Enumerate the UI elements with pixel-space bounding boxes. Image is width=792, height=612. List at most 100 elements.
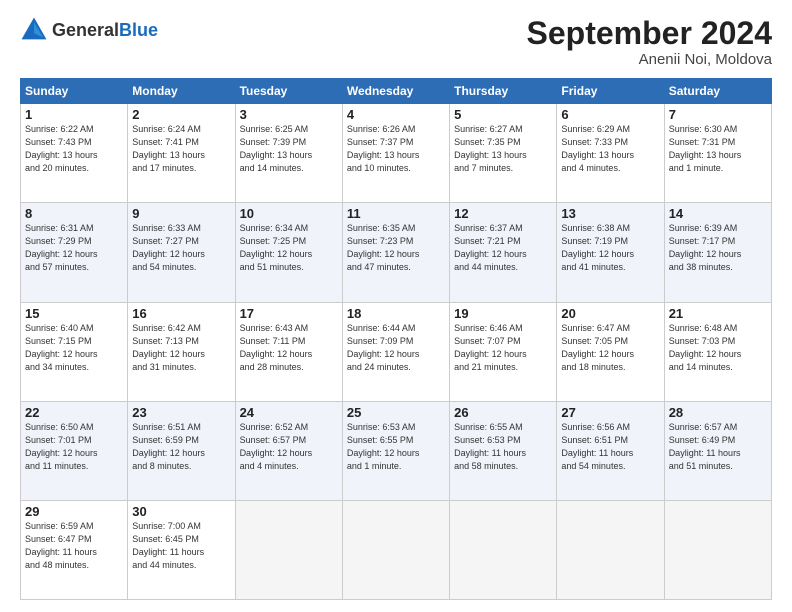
day-info: Sunrise: 6:39 AMSunset: 7:17 PMDaylight:… bbox=[669, 222, 767, 274]
table-row: 7Sunrise: 6:30 AMSunset: 7:31 PMDaylight… bbox=[664, 104, 771, 203]
day-info: Sunrise: 7:00 AMSunset: 6:45 PMDaylight:… bbox=[132, 520, 230, 572]
location-subtitle: Anenii Noi, Moldova bbox=[527, 51, 772, 68]
day-info: Sunrise: 6:34 AMSunset: 7:25 PMDaylight:… bbox=[240, 222, 338, 274]
table-row: 24Sunrise: 6:52 AMSunset: 6:57 PMDayligh… bbox=[235, 401, 342, 500]
day-number: 18 bbox=[347, 306, 445, 321]
col-monday: Monday bbox=[128, 79, 235, 104]
calendar-table: Sunday Monday Tuesday Wednesday Thursday… bbox=[20, 78, 772, 600]
day-info: Sunrise: 6:33 AMSunset: 7:27 PMDaylight:… bbox=[132, 222, 230, 274]
day-number: 22 bbox=[25, 405, 123, 420]
table-row: 8Sunrise: 6:31 AMSunset: 7:29 PMDaylight… bbox=[21, 203, 128, 302]
day-number: 25 bbox=[347, 405, 445, 420]
table-row: 12Sunrise: 6:37 AMSunset: 7:21 PMDayligh… bbox=[450, 203, 557, 302]
table-row: 27Sunrise: 6:56 AMSunset: 6:51 PMDayligh… bbox=[557, 401, 664, 500]
day-number: 13 bbox=[561, 206, 659, 221]
day-number: 24 bbox=[240, 405, 338, 420]
table-row: 25Sunrise: 6:53 AMSunset: 6:55 PMDayligh… bbox=[342, 401, 449, 500]
day-number: 2 bbox=[132, 107, 230, 122]
day-info: Sunrise: 6:31 AMSunset: 7:29 PMDaylight:… bbox=[25, 222, 123, 274]
day-number: 3 bbox=[240, 107, 338, 122]
day-info: Sunrise: 6:53 AMSunset: 6:55 PMDaylight:… bbox=[347, 421, 445, 473]
calendar-week-row: 29Sunrise: 6:59 AMSunset: 6:47 PMDayligh… bbox=[21, 500, 772, 599]
col-tuesday: Tuesday bbox=[235, 79, 342, 104]
day-number: 7 bbox=[669, 107, 767, 122]
day-number: 26 bbox=[454, 405, 552, 420]
logo-icon bbox=[20, 16, 48, 44]
day-info: Sunrise: 6:51 AMSunset: 6:59 PMDaylight:… bbox=[132, 421, 230, 473]
table-row: 29Sunrise: 6:59 AMSunset: 6:47 PMDayligh… bbox=[21, 500, 128, 599]
table-row bbox=[450, 500, 557, 599]
page: GeneralBlue September 2024 Anenii Noi, M… bbox=[0, 0, 792, 612]
table-row bbox=[235, 500, 342, 599]
table-row: 2Sunrise: 6:24 AMSunset: 7:41 PMDaylight… bbox=[128, 104, 235, 203]
table-row: 22Sunrise: 6:50 AMSunset: 7:01 PMDayligh… bbox=[21, 401, 128, 500]
day-info: Sunrise: 6:30 AMSunset: 7:31 PMDaylight:… bbox=[669, 123, 767, 175]
day-number: 16 bbox=[132, 306, 230, 321]
day-info: Sunrise: 6:44 AMSunset: 7:09 PMDaylight:… bbox=[347, 322, 445, 374]
table-row: 5Sunrise: 6:27 AMSunset: 7:35 PMDaylight… bbox=[450, 104, 557, 203]
table-row: 30Sunrise: 7:00 AMSunset: 6:45 PMDayligh… bbox=[128, 500, 235, 599]
day-info: Sunrise: 6:22 AMSunset: 7:43 PMDaylight:… bbox=[25, 123, 123, 175]
day-number: 19 bbox=[454, 306, 552, 321]
calendar-week-row: 8Sunrise: 6:31 AMSunset: 7:29 PMDaylight… bbox=[21, 203, 772, 302]
table-row: 6Sunrise: 6:29 AMSunset: 7:33 PMDaylight… bbox=[557, 104, 664, 203]
day-number: 9 bbox=[132, 206, 230, 221]
calendar-header-row: Sunday Monday Tuesday Wednesday Thursday… bbox=[21, 79, 772, 104]
table-row: 17Sunrise: 6:43 AMSunset: 7:11 PMDayligh… bbox=[235, 302, 342, 401]
day-info: Sunrise: 6:55 AMSunset: 6:53 PMDaylight:… bbox=[454, 421, 552, 473]
table-row bbox=[557, 500, 664, 599]
title-block: September 2024 Anenii Noi, Moldova bbox=[527, 16, 772, 68]
col-friday: Friday bbox=[557, 79, 664, 104]
table-row: 14Sunrise: 6:39 AMSunset: 7:17 PMDayligh… bbox=[664, 203, 771, 302]
logo-general: General bbox=[52, 20, 119, 40]
day-info: Sunrise: 6:38 AMSunset: 7:19 PMDaylight:… bbox=[561, 222, 659, 274]
day-info: Sunrise: 6:48 AMSunset: 7:03 PMDaylight:… bbox=[669, 322, 767, 374]
day-info: Sunrise: 6:47 AMSunset: 7:05 PMDaylight:… bbox=[561, 322, 659, 374]
day-info: Sunrise: 6:52 AMSunset: 6:57 PMDaylight:… bbox=[240, 421, 338, 473]
day-info: Sunrise: 6:35 AMSunset: 7:23 PMDaylight:… bbox=[347, 222, 445, 274]
table-row: 18Sunrise: 6:44 AMSunset: 7:09 PMDayligh… bbox=[342, 302, 449, 401]
table-row: 23Sunrise: 6:51 AMSunset: 6:59 PMDayligh… bbox=[128, 401, 235, 500]
table-row: 26Sunrise: 6:55 AMSunset: 6:53 PMDayligh… bbox=[450, 401, 557, 500]
table-row: 10Sunrise: 6:34 AMSunset: 7:25 PMDayligh… bbox=[235, 203, 342, 302]
day-number: 14 bbox=[669, 206, 767, 221]
day-info: Sunrise: 6:59 AMSunset: 6:47 PMDaylight:… bbox=[25, 520, 123, 572]
day-number: 23 bbox=[132, 405, 230, 420]
day-number: 8 bbox=[25, 206, 123, 221]
table-row: 21Sunrise: 6:48 AMSunset: 7:03 PMDayligh… bbox=[664, 302, 771, 401]
table-row: 19Sunrise: 6:46 AMSunset: 7:07 PMDayligh… bbox=[450, 302, 557, 401]
table-row: 4Sunrise: 6:26 AMSunset: 7:37 PMDaylight… bbox=[342, 104, 449, 203]
calendar-week-row: 1Sunrise: 6:22 AMSunset: 7:43 PMDaylight… bbox=[21, 104, 772, 203]
table-row bbox=[342, 500, 449, 599]
table-row: 11Sunrise: 6:35 AMSunset: 7:23 PMDayligh… bbox=[342, 203, 449, 302]
col-saturday: Saturday bbox=[664, 79, 771, 104]
day-number: 12 bbox=[454, 206, 552, 221]
day-info: Sunrise: 6:46 AMSunset: 7:07 PMDaylight:… bbox=[454, 322, 552, 374]
logo-text: GeneralBlue bbox=[52, 20, 158, 41]
day-number: 20 bbox=[561, 306, 659, 321]
day-number: 17 bbox=[240, 306, 338, 321]
day-number: 11 bbox=[347, 206, 445, 221]
day-number: 1 bbox=[25, 107, 123, 122]
day-info: Sunrise: 6:43 AMSunset: 7:11 PMDaylight:… bbox=[240, 322, 338, 374]
col-sunday: Sunday bbox=[21, 79, 128, 104]
day-info: Sunrise: 6:56 AMSunset: 6:51 PMDaylight:… bbox=[561, 421, 659, 473]
day-number: 28 bbox=[669, 405, 767, 420]
table-row: 3Sunrise: 6:25 AMSunset: 7:39 PMDaylight… bbox=[235, 104, 342, 203]
day-info: Sunrise: 6:40 AMSunset: 7:15 PMDaylight:… bbox=[25, 322, 123, 374]
table-row: 20Sunrise: 6:47 AMSunset: 7:05 PMDayligh… bbox=[557, 302, 664, 401]
table-row: 15Sunrise: 6:40 AMSunset: 7:15 PMDayligh… bbox=[21, 302, 128, 401]
day-number: 30 bbox=[132, 504, 230, 519]
day-info: Sunrise: 6:25 AMSunset: 7:39 PMDaylight:… bbox=[240, 123, 338, 175]
day-info: Sunrise: 6:50 AMSunset: 7:01 PMDaylight:… bbox=[25, 421, 123, 473]
day-info: Sunrise: 6:42 AMSunset: 7:13 PMDaylight:… bbox=[132, 322, 230, 374]
day-number: 15 bbox=[25, 306, 123, 321]
day-info: Sunrise: 6:27 AMSunset: 7:35 PMDaylight:… bbox=[454, 123, 552, 175]
month-title: September 2024 bbox=[527, 16, 772, 51]
header: GeneralBlue September 2024 Anenii Noi, M… bbox=[20, 16, 772, 68]
table-row bbox=[664, 500, 771, 599]
day-number: 10 bbox=[240, 206, 338, 221]
logo-blue: Blue bbox=[119, 20, 158, 40]
day-info: Sunrise: 6:37 AMSunset: 7:21 PMDaylight:… bbox=[454, 222, 552, 274]
day-number: 6 bbox=[561, 107, 659, 122]
